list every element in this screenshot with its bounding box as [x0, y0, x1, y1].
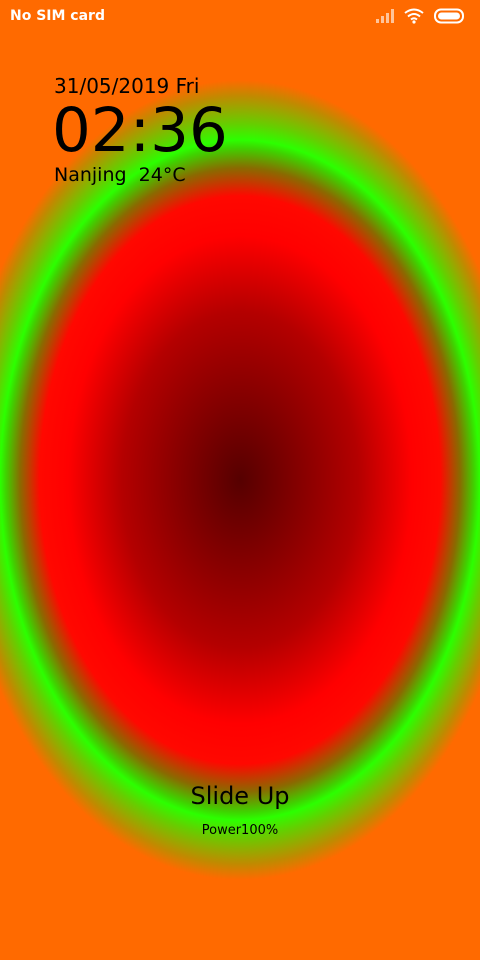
weather-info: Nanjing 24°C — [54, 164, 186, 186]
slide-up-hint[interactable]: Slide Up — [0, 782, 480, 810]
lock-screen: No SIM card 31/05/2019 Fri 02:36 Nanjing… — [0, 0, 480, 960]
carrier-label: No SIM card — [10, 8, 105, 24]
battery-icon — [434, 8, 466, 24]
status-icons — [376, 8, 466, 24]
status-bar: No SIM card — [0, 0, 480, 36]
signal-icon — [376, 9, 394, 23]
wifi-icon — [404, 8, 424, 24]
battery-level-label: Power100% — [201, 823, 279, 838]
lock-clock: 02:36 — [52, 95, 228, 166]
